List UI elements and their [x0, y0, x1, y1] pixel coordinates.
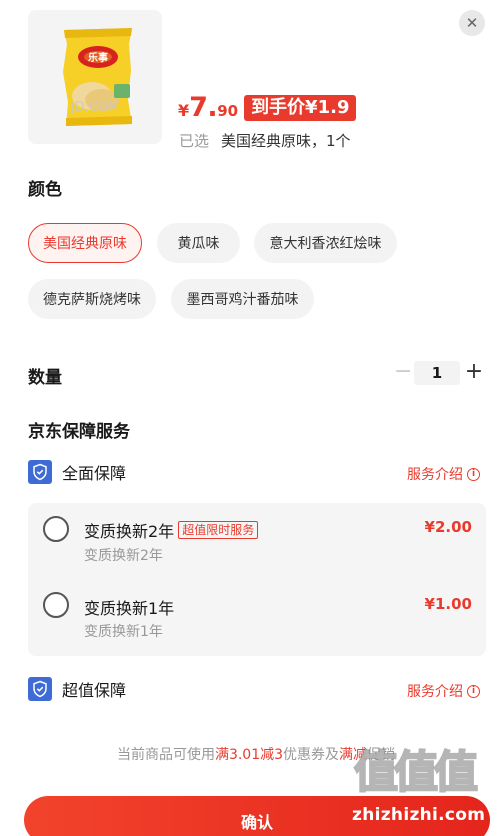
sku-selector-sheet: 乐事 JD.COM ✕ ¥ 7. 90 到手价¥1.9 已选 美国经典原味，1个…	[0, 0, 500, 836]
color-option-1[interactable]: 美国经典原味	[28, 223, 142, 263]
color-option-4[interactable]: 德克萨斯烧烤味	[28, 279, 156, 319]
service-group-comprehensive[interactable]: 全面保障	[28, 460, 126, 484]
quantity-increase-button[interactable]: +	[464, 358, 484, 386]
price-decimal: 90	[217, 102, 239, 120]
service-group-value[interactable]: 超值保障	[28, 677, 126, 701]
service-option-price-2: ¥1.00	[424, 595, 472, 613]
coupon-promo: 满减	[339, 747, 368, 763]
color-option-2[interactable]: 黄瓜味	[157, 223, 240, 263]
product-thumbnail: 乐事 JD.COM	[28, 10, 162, 144]
image-watermark: JD.COM	[70, 100, 120, 115]
color-option-3[interactable]: 意大利香浓红烩味	[254, 223, 397, 263]
service-section-title: 京东保障服务	[28, 422, 130, 442]
coupon-note-mid: 优惠券及	[283, 747, 340, 763]
close-icon: ✕	[465, 13, 479, 32]
service-option-price-1: ¥2.00	[424, 518, 472, 536]
potato-chip-bag-image: 乐事 JD.COM	[28, 10, 162, 144]
info-icon: i	[467, 467, 480, 481]
service-intro-label: 服务介绍	[407, 467, 463, 483]
selected-value: 美国经典原味，1个	[221, 132, 351, 150]
service-intro-link-2[interactable]: 服务介绍 i	[407, 681, 480, 701]
service-options-panel: 变质换新2年 超值限时服务 变质换新2年 ¥2.00 变质换新1年 变质换新1年…	[28, 503, 486, 656]
service-option-name-2: 变质换新1年	[84, 599, 175, 618]
coupon-note-suffix: 促销	[367, 747, 396, 763]
color-section-title: 颜色	[28, 180, 62, 200]
confirm-button[interactable]: 确认	[24, 796, 490, 836]
service-intro-link-1[interactable]: 服务介绍 i	[407, 464, 480, 484]
close-button[interactable]: ✕	[459, 10, 485, 36]
shield-check-icon	[28, 677, 52, 701]
service-option-name-1: 变质换新2年 超值限时服务	[84, 518, 259, 542]
service-intro-label: 服务介绍	[407, 684, 463, 700]
service-option-sub-1: 变质换新2年	[84, 548, 163, 564]
price-integer: 7.	[189, 92, 218, 123]
coupon-threshold: 满3.01减3	[214, 747, 284, 763]
final-price-badge: 到手价¥1.9	[244, 95, 357, 121]
brand-text: 乐事	[88, 51, 108, 64]
service-option-sub-2: 变质换新1年	[84, 624, 163, 640]
quantity-input[interactable]: 1	[414, 361, 460, 385]
quantity-decrease-button[interactable]: −	[394, 360, 412, 386]
selected-label: 已选	[179, 132, 210, 150]
selected-summary: 已选 美国经典原味，1个	[179, 130, 351, 151]
coupon-note-prefix: 当前商品可使用	[116, 747, 215, 763]
price-row: ¥ 7. 90 到手价¥1.9	[178, 92, 357, 124]
service-option-title: 变质换新2年	[84, 522, 175, 541]
promo-tag: 超值限时服务	[178, 521, 259, 539]
service-group-label: 超值保障	[62, 681, 127, 700]
service-option-radio-1[interactable]	[43, 516, 69, 542]
info-icon: i	[467, 684, 480, 698]
price-currency: ¥	[178, 101, 190, 120]
service-group-label: 全面保障	[62, 464, 127, 483]
shield-check-icon	[28, 460, 52, 484]
color-option-5[interactable]: 墨西哥鸡汁番茄味	[171, 279, 314, 319]
service-option-radio-2[interactable]	[43, 592, 69, 618]
coupon-note: 当前商品可使用满3.01减3优惠券及满减促销	[0, 744, 500, 764]
quantity-section-title: 数量	[28, 368, 62, 388]
